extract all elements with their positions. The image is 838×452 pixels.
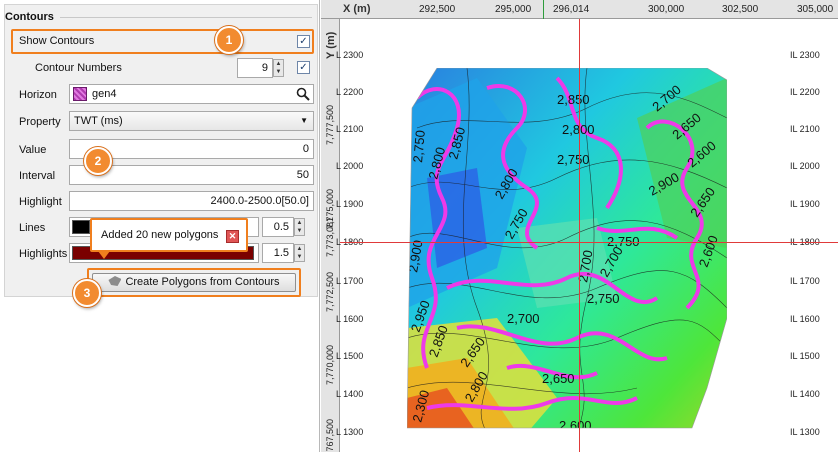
chevron-down-icon: ▼ <box>300 116 308 125</box>
polygon-icon <box>108 276 122 286</box>
show-contours-label: Show Contours <box>19 35 95 47</box>
step-badge-1: 1 <box>215 26 243 54</box>
property-dropdown[interactable]: TWT (ms) ▼ <box>69 111 314 131</box>
spin-up-icon[interactable]: ▲ <box>274 60 283 68</box>
contour-numbers-spinner[interactable]: ▲ ▼ <box>273 59 284 77</box>
property-label: Property <box>19 116 61 128</box>
tooltip-text: Added 20 new polygons <box>101 229 219 241</box>
close-icon[interactable]: ✕ <box>226 230 239 243</box>
spin-down-icon[interactable]: ▼ <box>274 68 283 76</box>
inline-label-right: IL 2000 <box>790 161 820 171</box>
contour-label: 2,750 <box>557 152 590 167</box>
spin-down-icon[interactable]: ▼ <box>295 227 304 235</box>
inline-label-right: IL 1300 <box>790 427 820 437</box>
y-tick: 7,770,000 <box>325 344 335 385</box>
create-polygons-highlight: Create Polygons from Contours <box>87 268 301 297</box>
x-tick: 295,000 <box>495 4 532 15</box>
inline-label: L 2200 <box>336 87 364 97</box>
horizon-grid-icon <box>73 87 87 101</box>
property-value: TWT (ms) <box>74 115 123 127</box>
horizon-label: Horizon <box>19 89 57 101</box>
show-contours-checkbox[interactable]: ✓ <box>297 35 310 48</box>
inline-label: L 1900 <box>336 199 364 209</box>
contour-label: 2,850 <box>557 92 590 107</box>
x-tick: 305,000 <box>797 4 834 15</box>
contour-label: 2,750 <box>410 130 428 164</box>
highlights-label: Highlights <box>19 248 68 260</box>
contour-label: 2,650 <box>542 371 575 386</box>
contour-numbers-field[interactable]: 9 <box>237 58 273 78</box>
x-tick-cursor: 296,014 <box>553 4 590 15</box>
value-label: Value <box>19 144 47 156</box>
y-tick: 7,767,500 <box>325 418 335 452</box>
y-axis-ruler: Y (m) 7,777,500 7,775,000 7,773,081 7,77… <box>321 19 340 452</box>
inline-label-right: IL 1400 <box>790 389 820 399</box>
tooltip-pointer <box>98 251 110 259</box>
inline-label-right: IL 1600 <box>790 314 820 324</box>
lines-label: Lines <box>19 222 46 234</box>
inline-label: L 2100 <box>336 124 364 134</box>
inline-label-right: IL 1900 <box>790 199 820 209</box>
highlights-width-spinner[interactable]: ▲ ▼ <box>294 244 305 262</box>
contour-label: 2,700 <box>507 311 540 326</box>
search-icon[interactable] <box>296 87 310 101</box>
inline-label-right: IL 1700 <box>790 276 820 286</box>
inline-label: L 1300 <box>336 427 364 437</box>
crosshair-vertical <box>579 19 580 452</box>
step-badge-2: 2 <box>84 147 112 175</box>
y-tick-cursor: 7,773,081 <box>325 216 335 257</box>
highlights-width-field[interactable]: 1.5 <box>262 243 294 263</box>
x-cursor-marker <box>543 0 544 19</box>
horizon-surface-map[interactable]: 2,850 2,800 2,750 2,700 2,650 2,600 2,80… <box>407 68 727 433</box>
contours-panel: Contours Show Contours ✓ Contour Numbers… <box>0 0 320 452</box>
inline-label: L 1500 <box>336 351 364 361</box>
crosshair-horizontal <box>340 242 838 243</box>
inline-label: L 1400 <box>336 389 364 399</box>
spin-up-icon[interactable]: ▲ <box>295 245 304 253</box>
lines-width-spinner[interactable]: ▲ ▼ <box>294 218 305 236</box>
step-badge-3: 3 <box>73 279 101 307</box>
y-tick: 7,777,500 <box>325 104 335 145</box>
section-title: Contours <box>5 11 54 23</box>
contour-numbers-checkbox[interactable]: ✓ <box>297 61 310 74</box>
polygons-added-tooltip: Added 20 new polygons ✕ <box>90 218 248 252</box>
inline-label: L 2000 <box>336 161 364 171</box>
contour-label: 2,750 <box>587 291 620 306</box>
section-divider <box>60 17 312 18</box>
spin-up-icon[interactable]: ▲ <box>295 219 304 227</box>
inline-label-right: IL 2100 <box>790 124 820 134</box>
lines-color-swatch <box>72 220 90 234</box>
x-axis-name: X (m) <box>343 3 371 15</box>
y-tick: 7,772,500 <box>325 271 335 312</box>
contour-numbers-label: Contour Numbers <box>35 62 122 74</box>
spin-down-icon[interactable]: ▼ <box>295 253 304 261</box>
x-axis-ruler: X (m) 292,500 295,000 296,014 300,000 30… <box>321 0 838 19</box>
horizon-value: gen4 <box>92 88 117 100</box>
x-tick: 302,500 <box>722 4 759 15</box>
x-tick: 292,500 <box>419 4 456 15</box>
horizon-field[interactable]: gen4 <box>69 84 314 104</box>
create-polygons-button[interactable]: Create Polygons from Contours <box>92 273 296 292</box>
inline-label: L 1700 <box>336 276 364 286</box>
inline-label: L 1600 <box>336 314 364 324</box>
inline-label-right: IL 1500 <box>790 351 820 361</box>
create-polygons-label: Create Polygons from Contours <box>125 276 280 288</box>
map-view[interactable]: X (m) 292,500 295,000 296,014 300,000 30… <box>321 0 838 452</box>
interval-label: Interval <box>19 170 56 182</box>
lines-width-field[interactable]: 0.5 <box>262 217 294 237</box>
inline-label-right: IL 2200 <box>790 87 820 97</box>
inline-label: L 2300 <box>336 50 364 60</box>
inline-label-right: IL 2300 <box>790 50 820 60</box>
highlight-label: Highlight <box>19 196 62 208</box>
x-tick: 300,000 <box>648 4 685 15</box>
highlight-field[interactable]: 2400.0-2500.0[50.0] <box>69 191 314 211</box>
contour-label: 2,600 <box>559 418 592 433</box>
